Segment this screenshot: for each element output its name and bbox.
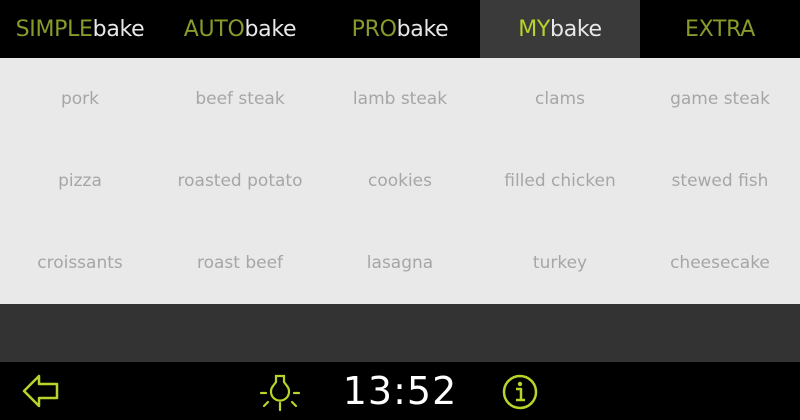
tab-suffix: bake — [244, 16, 297, 42]
tab-suffix: bake — [92, 16, 145, 42]
back-button[interactable] — [22, 373, 60, 409]
tab-suffix: bake — [550, 16, 602, 42]
recipe-item[interactable]: lamb steak — [320, 58, 480, 140]
tab-mybake[interactable]: MY bake — [480, 0, 640, 58]
tab-suffix: bake — [396, 16, 449, 42]
recipe-item[interactable]: pork — [0, 58, 160, 140]
oven-lamp-icon — [259, 374, 301, 412]
recipe-item[interactable]: beef steak — [160, 58, 320, 140]
recipe-item[interactable]: roast beef — [160, 222, 320, 304]
back-arrow-icon — [22, 374, 59, 408]
recipe-item[interactable]: stewed fish — [640, 140, 800, 222]
mode-tab-bar: SIMPLE bake AUTO bake PRO bake MY bake EXTRA — [0, 0, 800, 58]
bottom-bar: 13:52 — [0, 362, 800, 420]
tab-prefix: SIMPLE — [15, 16, 93, 42]
recipe-item[interactable]: game steak — [640, 58, 800, 140]
tab-probake[interactable]: PRO bake — [320, 0, 480, 58]
tab-simplebake[interactable]: SIMPLE bake — [0, 0, 160, 58]
tab-label: EXTRA — [685, 16, 755, 42]
recipe-item[interactable]: lasagna — [320, 222, 480, 304]
tab-autobake[interactable]: AUTO bake — [160, 0, 320, 58]
recipe-item[interactable]: cheesecake — [640, 222, 800, 304]
oven-lamp-button[interactable] — [258, 370, 302, 414]
recipe-grid: pork beef steak lamb steak clams game st… — [0, 58, 800, 304]
recipe-item[interactable]: pizza — [0, 140, 160, 222]
recipe-item[interactable]: turkey — [480, 222, 640, 304]
recipe-item[interactable]: filled chicken — [480, 140, 640, 222]
status-band — [0, 304, 800, 362]
clock-display: 13:52 — [342, 369, 458, 413]
recipe-item[interactable]: cookies — [320, 140, 480, 222]
info-button[interactable] — [500, 372, 540, 412]
tab-prefix: MY — [518, 16, 551, 42]
tab-extra[interactable]: EXTRA — [640, 0, 800, 58]
recipe-item[interactable]: croissants — [0, 222, 160, 304]
tab-prefix: PRO — [351, 16, 397, 42]
info-icon — [502, 374, 538, 410]
recipe-item[interactable]: clams — [480, 58, 640, 140]
tab-prefix: AUTO — [183, 16, 245, 42]
recipe-item[interactable]: roasted potato — [160, 140, 320, 222]
